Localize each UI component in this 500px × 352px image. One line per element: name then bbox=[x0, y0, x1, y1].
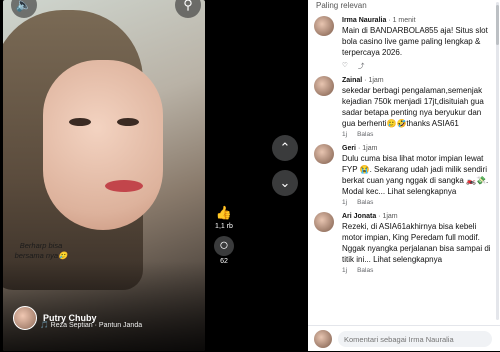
commenter-name[interactable]: Ari Jonata bbox=[342, 213, 376, 220]
comment-age: 1j bbox=[342, 131, 348, 138]
comment-time: 1jam bbox=[382, 213, 398, 220]
comment-count: 62 bbox=[220, 258, 228, 265]
video-frame[interactable]: 🔈 ⚲ Berharp bisa bersama nya🥲 Putry Chub… bbox=[3, 0, 205, 351]
comment-bubble-icon: ○ bbox=[214, 236, 234, 256]
next-video-button[interactable]: ⌄ bbox=[272, 170, 298, 196]
reply-button[interactable]: Balas bbox=[357, 199, 373, 206]
sort-dropdown[interactable]: Paling relevan bbox=[316, 1, 367, 10]
like-count: 1,1 rb bbox=[215, 223, 233, 230]
comment-text: Rezeki, di ASIA61akhirnya bisa kebeli mo… bbox=[342, 222, 491, 264]
comment-action[interactable]: ○ 62 bbox=[210, 236, 238, 265]
thumbs-up-icon: 👍 bbox=[215, 205, 233, 220]
comment-actions: 1j Balas bbox=[342, 267, 494, 274]
previous-video-button[interactable]: ⌃ bbox=[272, 135, 298, 161]
commenter-name[interactable]: Zainal bbox=[342, 77, 362, 84]
music-label[interactable]: 🎵 Reza Septian · Pantun Janda bbox=[40, 321, 142, 329]
comment-header: Zainal · 1jam bbox=[342, 77, 384, 84]
comment-text: sekedar berbagi pengalaman,semenjak keja… bbox=[342, 86, 484, 128]
lips bbox=[105, 180, 143, 192]
comment-time: 1jam bbox=[362, 145, 378, 152]
like-icon[interactable]: ♡ bbox=[342, 61, 348, 69]
commenter-name[interactable]: Geri bbox=[342, 145, 356, 152]
comment-actions: 1j Balas bbox=[342, 199, 494, 206]
comment-list: Irma Nauralia · 1 menit Main di BANDARBO… bbox=[308, 10, 500, 322]
avatar[interactable] bbox=[13, 306, 37, 330]
avatar bbox=[314, 330, 332, 348]
scrollbar-thumb[interactable] bbox=[496, 5, 499, 45]
eye-right bbox=[117, 118, 139, 126]
comment-age: 1j bbox=[342, 267, 348, 274]
search-icon: ⚲ bbox=[183, 0, 193, 12]
like-action[interactable]: 👍 1,1 rb bbox=[210, 205, 238, 230]
comment-actions: ♡ ⤴ bbox=[342, 60, 494, 70]
speaker-icon: 🔈 bbox=[15, 0, 33, 12]
eye-left bbox=[69, 118, 91, 126]
video-face-shape bbox=[43, 60, 163, 230]
comment-composer bbox=[308, 325, 500, 352]
chevron-down-icon: ⌄ bbox=[279, 175, 291, 190]
avatar[interactable] bbox=[314, 76, 334, 96]
avatar[interactable] bbox=[314, 144, 334, 164]
commenter-name[interactable]: Irma Nauralia bbox=[342, 17, 386, 24]
comment-header: Geri · 1jam bbox=[342, 145, 378, 152]
comment-actions: 1j Balas bbox=[342, 131, 494, 138]
comment-header: Irma Nauralia · 1 menit bbox=[342, 17, 416, 24]
video-caption: Berharp bisa bersama nya🥲 bbox=[14, 241, 68, 260]
comment-time: 1jam bbox=[368, 77, 384, 84]
comment-header: Ari Jonata · 1jam bbox=[342, 213, 398, 220]
search-button[interactable]: ⚲ bbox=[175, 0, 201, 18]
avatar[interactable] bbox=[314, 16, 334, 36]
reply-button[interactable]: Balas bbox=[357, 267, 373, 274]
comment-time: 1 menit bbox=[392, 17, 416, 24]
video-viewer: 🔈 ⚲ Berharp bisa bersama nya🥲 Putry Chub… bbox=[0, 0, 308, 351]
reply-button[interactable]: Balas bbox=[357, 131, 373, 138]
comment-text: Dulu cuma bisa lihat motor impian lewat … bbox=[342, 154, 489, 196]
comment-input[interactable] bbox=[338, 331, 492, 347]
comment-age: 1j bbox=[342, 199, 348, 206]
scrollbar-track[interactable] bbox=[496, 2, 499, 320]
comment-item: Irma Nauralia · 1 menit Main di BANDARBO… bbox=[308, 16, 500, 70]
chevron-up-icon: ⌃ bbox=[279, 140, 291, 155]
share-icon[interactable]: ⤴ bbox=[358, 60, 365, 70]
comment-text: Main di BANDARBOLA855 aja! Situs slot bo… bbox=[342, 26, 488, 57]
comment-item: Ari Jonata · 1jam Rezeki, di ASIA61akhir… bbox=[308, 212, 500, 274]
avatar[interactable] bbox=[314, 212, 334, 232]
comment-item: Zainal · 1jam sekedar berbagi pengalaman… bbox=[308, 76, 500, 138]
side-actions: 👍 1,1 rb ○ 62 bbox=[210, 205, 238, 271]
comment-panel: Paling relevan Irma Nauralia · 1 menit M… bbox=[308, 0, 500, 351]
comment-item: Geri · 1jam Dulu cuma bisa lihat motor i… bbox=[308, 144, 500, 206]
